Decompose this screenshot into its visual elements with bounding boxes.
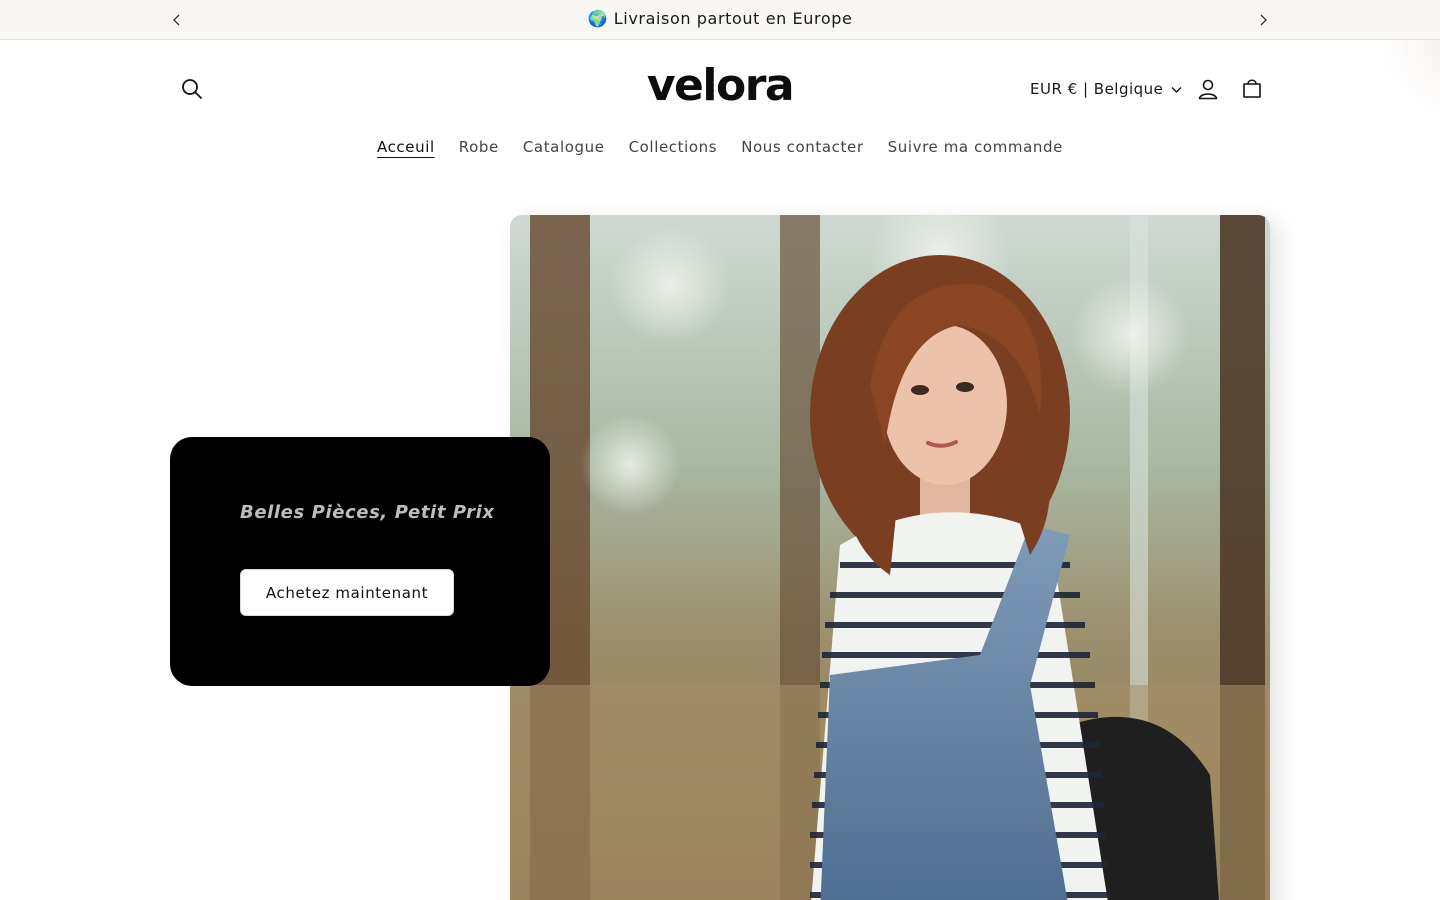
announcement-bar: 🌍 Livraison partout en Europe — [0, 0, 1440, 40]
nav-item-suivre-ma-commande[interactable]: Suivre ma commande — [888, 138, 1063, 156]
account-icon[interactable] — [1194, 75, 1222, 103]
nav-item-catalogue[interactable]: Catalogue — [523, 138, 605, 156]
nav-item-nous-contacter[interactable]: Nous contacter — [741, 138, 863, 156]
chevron-down-icon — [1171, 80, 1182, 98]
nav-item-collections[interactable]: Collections — [629, 138, 718, 156]
shop-now-button[interactable]: Achetez maintenant — [240, 569, 454, 616]
nav-item-acceuil[interactable]: Acceuil — [377, 138, 435, 156]
locale-selector[interactable]: EUR € | Belgique — [1030, 78, 1182, 100]
announcement-text[interactable]: 🌍 Livraison partout en Europe — [0, 9, 1440, 28]
cart-icon[interactable] — [1238, 75, 1266, 103]
chevron-right-icon[interactable] — [1253, 10, 1273, 30]
decorative-glow — [1380, 40, 1440, 130]
hero-promo-card: Belles Pièces, Petit Prix Achetez mainte… — [170, 437, 550, 686]
locale-label: EUR € | Belgique — [1030, 80, 1164, 98]
store-logo[interactable]: velora — [620, 60, 820, 111]
hero-tagline: Belles Pièces, Petit Prix — [240, 502, 495, 523]
nav-item-robe[interactable]: Robe — [459, 138, 499, 156]
announcement-label: Livraison partout en Europe — [613, 9, 853, 28]
globe-icon: 🌍 — [587, 9, 609, 28]
main-navigation: Acceuil Robe Catalogue Collections Nous … — [0, 138, 1440, 156]
search-icon[interactable] — [178, 75, 206, 103]
hero-image — [510, 215, 1270, 900]
